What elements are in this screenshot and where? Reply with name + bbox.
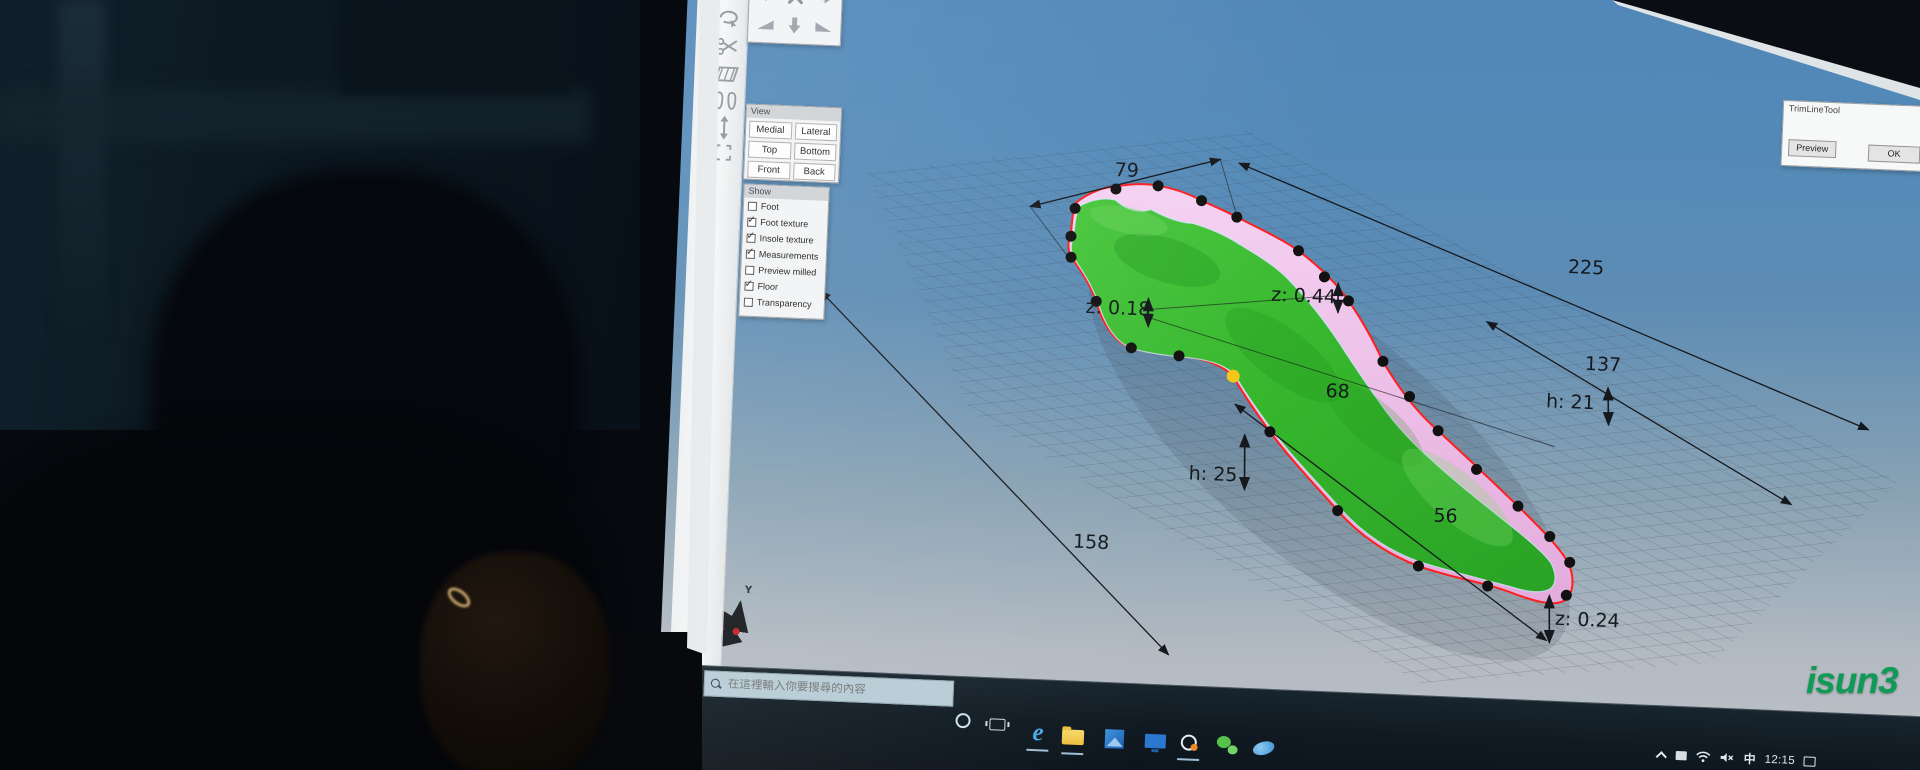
system-tray: 中 12:15: [1658, 746, 1816, 770]
background-window: [340, 0, 570, 95]
view-top-button[interactable]: Top: [748, 141, 791, 160]
show-panel: Show Foot Foot texture Insole texture Me…: [738, 183, 829, 319]
show-checkbox-1[interactable]: [747, 217, 756, 226]
vertical-adjust-tool[interactable]: [709, 114, 740, 141]
show-label-preview-milled: Preview milled: [758, 265, 816, 277]
view-bottom-button[interactable]: Bottom: [793, 143, 836, 162]
photo-of-monitor: 79 225 137 z: 0.18 z: 0.44 68 h: 21 h: 2…: [0, 0, 1920, 770]
taskbar-app-icon[interactable]: [1250, 734, 1277, 761]
measurement-length: 225: [1567, 256, 1604, 279]
view-medial-button[interactable]: Medial: [749, 121, 792, 140]
show-label-insole-texture: Insole texture: [759, 233, 813, 245]
person-hand: [420, 552, 610, 770]
measurement-h-arch: h: 25: [1188, 462, 1238, 486]
taskbar-edge-icon[interactable]: e: [1025, 720, 1052, 747]
taskbar-display-app-icon[interactable]: [1141, 728, 1168, 755]
tilt-right-button[interactable]: [809, 12, 840, 43]
show-checkbox-0[interactable]: [748, 201, 757, 210]
taskbar-explorer-icon[interactable]: [1059, 723, 1086, 750]
active-indicator: [1177, 758, 1199, 761]
measurement-toe-width: 56: [1433, 505, 1458, 528]
isun-logo-watermark: isun3: [1806, 660, 1898, 702]
show-label-measurements: Measurements: [759, 249, 819, 261]
taskbar-wechat-icon[interactable]: [1214, 732, 1241, 759]
show-label-foot: Foot: [761, 201, 779, 212]
measurement-arch-length: 158: [1073, 531, 1110, 554]
view-panel: View Medial Lateral Top Bottom Front Bac…: [743, 103, 842, 183]
tray-app-icon[interactable]: [1676, 751, 1687, 760]
trimline-preview-button[interactable]: Preview: [1788, 139, 1837, 158]
trimlinetool-title: TrimLineTool: [1784, 101, 1920, 121]
cortana-icon[interactable]: [955, 713, 971, 729]
notification-center-icon[interactable]: [1804, 756, 1816, 766]
wifi-icon[interactable]: [1695, 751, 1710, 763]
expand-view-tool[interactable]: [708, 139, 739, 166]
show-checkbox-2[interactable]: [746, 233, 755, 242]
volume-muted-icon[interactable]: [1719, 752, 1734, 764]
show-label-foot-texture: Foot texture: [760, 217, 808, 229]
view-front-button[interactable]: Front: [747, 161, 790, 180]
navigation-pad-panel: [747, 0, 845, 46]
task-view-icon[interactable]: [989, 718, 1005, 731]
show-checkbox-4[interactable]: [745, 265, 754, 274]
measurement-mid-width: 68: [1325, 380, 1350, 403]
view-back-button[interactable]: Back: [793, 163, 836, 182]
measurement-z-toe: z: 0.24: [1555, 608, 1621, 633]
search-input[interactable]: [728, 678, 947, 699]
lasso-select-tool[interactable]: [713, 5, 744, 32]
taskbar-search-box[interactable]: [703, 670, 954, 706]
background-furniture: [58, 0, 106, 330]
measurement-z-mid: z: 0.44: [1271, 284, 1337, 309]
ime-indicator[interactable]: 中: [1743, 750, 1756, 767]
taskbar-clock[interactable]: 12:15: [1764, 753, 1795, 766]
show-checkbox-3[interactable]: [746, 249, 755, 258]
show-checkbox-6[interactable]: [744, 297, 753, 306]
show-label-floor: Floor: [757, 281, 778, 292]
view-lateral-button[interactable]: Lateral: [794, 123, 837, 142]
trimlinetool-dialog: TrimLineTool Preview OK: [1780, 100, 1920, 172]
trimline-ok-button[interactable]: OK: [1868, 145, 1920, 164]
show-label-transparency: Transparency: [757, 297, 812, 309]
pan-down-button[interactable]: [779, 11, 810, 42]
active-indicator: [1026, 749, 1048, 752]
active-indicator: [1061, 752, 1083, 755]
tray-chevron-icon[interactable]: [1656, 751, 1667, 762]
tilt-left-button[interactable]: [750, 9, 781, 40]
taskbar-photos-icon[interactable]: [1100, 725, 1127, 752]
viewport-3d: [655, 0, 1920, 770]
scissors-cut-tool[interactable]: [712, 33, 743, 60]
show-checkbox-5[interactable]: [744, 281, 753, 290]
search-icon: [711, 678, 722, 689]
measurement-forefoot-width: 137: [1584, 353, 1621, 376]
measurement-z-heel: z: 0.18: [1085, 296, 1151, 321]
measurement-heel-width: 79: [1114, 159, 1139, 182]
monitor-display: 79 225 137 z: 0.18 z: 0.44 68 h: 21 h: 2…: [655, 0, 1920, 770]
hatch-plane-tool[interactable]: [711, 60, 742, 87]
insole-pair-tool[interactable]: [710, 87, 741, 114]
background-shelf: [0, 90, 590, 142]
taskbar-browser-icon[interactable]: [1175, 729, 1202, 756]
axis-y-label: Y: [745, 585, 753, 596]
measurement-h-lateral: h: 21: [1546, 390, 1596, 414]
